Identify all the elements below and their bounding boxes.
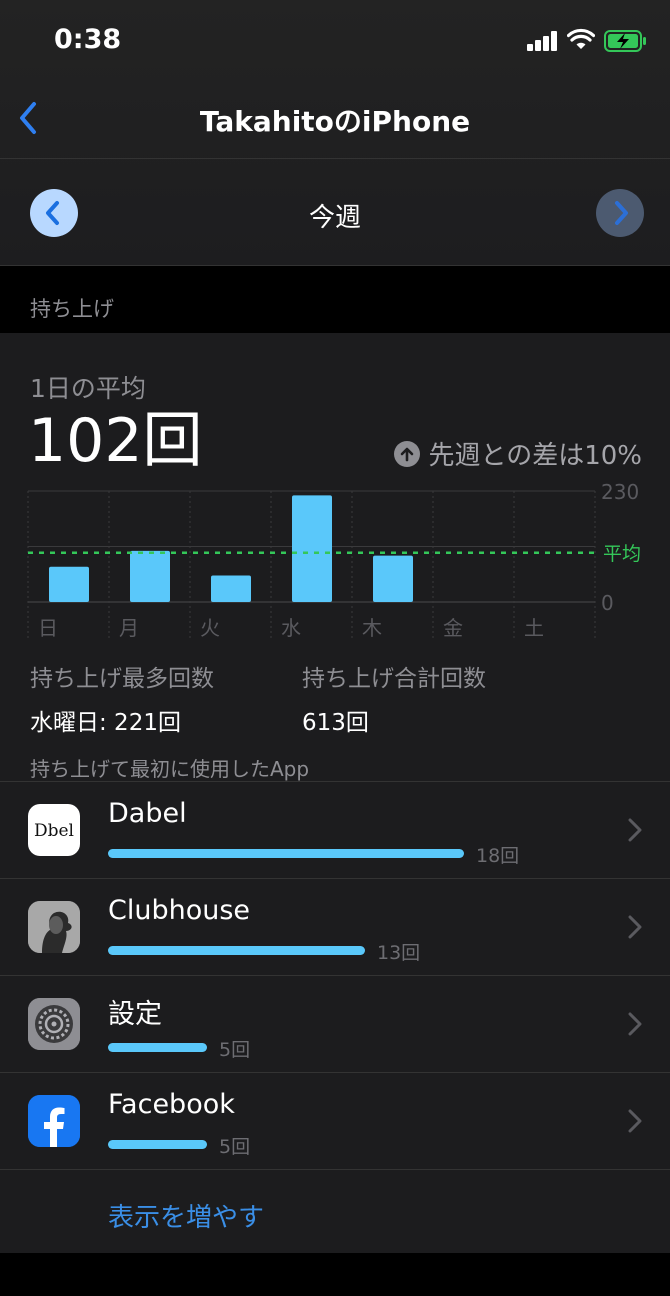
chevron-right-icon xyxy=(628,818,642,842)
y-tick-label: 0 xyxy=(601,591,614,615)
settings-gear-icon xyxy=(28,998,80,1050)
battery-charging-icon xyxy=(604,30,646,52)
status-bar: 0:38 xyxy=(0,0,670,80)
bar-月 xyxy=(130,550,170,602)
total-pickups-label: 持ち上げ合計回数 xyxy=(302,666,486,692)
usage-bar xyxy=(108,946,365,955)
first-used-apps-header: 持ち上げて最初に使用したApp xyxy=(30,757,310,781)
y-tick-label: 230 xyxy=(601,483,639,504)
usage-bar xyxy=(108,849,464,858)
week-difference-text: 先週との差は10% xyxy=(428,441,642,471)
show-more-link[interactable]: 表示を増やす xyxy=(108,1197,264,1234)
app-name: Facebook xyxy=(108,1089,235,1120)
x-tick-label: 日 xyxy=(38,616,58,640)
app-row-facebook[interactable]: Facebook 5回 xyxy=(0,1072,670,1170)
list-divider xyxy=(0,1169,670,1170)
total-pickups-value: 613回 xyxy=(302,710,369,736)
max-pickups-value: 水曜日: 221回 xyxy=(30,710,181,736)
page-title: TakahitoのiPhone xyxy=(199,105,471,138)
usage-count: 13回 xyxy=(377,942,421,964)
week-label: 今週 xyxy=(308,203,361,233)
week-difference: 先週との差は10% xyxy=(394,435,642,472)
max-pickups-stat: 持ち上げ最多回数 水曜日: 221回 xyxy=(30,659,214,737)
facebook-icon xyxy=(28,1095,80,1147)
total-pickups-stat: 持ち上げ合計回数 613回 xyxy=(302,659,486,737)
svg-text:Dbel: Dbel xyxy=(34,821,74,841)
clubhouse-icon xyxy=(28,901,80,953)
usage-bar xyxy=(108,1140,207,1149)
bar-木 xyxy=(373,555,413,602)
app-name: 設定 xyxy=(108,999,162,1030)
arrow-up-circle-icon xyxy=(394,440,421,467)
week-selector: 今週 xyxy=(0,159,670,266)
dabel-icon: Dbel xyxy=(28,804,80,856)
bar-火 xyxy=(211,575,251,602)
next-week-button[interactable] xyxy=(596,189,644,237)
app-name: Dabel xyxy=(108,798,187,829)
app-row-settings[interactable]: 設定 5回 xyxy=(0,975,670,1073)
wifi-icon xyxy=(567,28,595,49)
bar-日 xyxy=(49,566,89,602)
app-name: Clubhouse xyxy=(108,895,251,926)
section-header: 持ち上げ xyxy=(30,297,114,321)
chevron-right-icon xyxy=(615,201,628,225)
x-tick-label: 金 xyxy=(443,616,463,640)
pickups-bar-chart: 日 月 火 水 木 金 土 平均 230 0 xyxy=(27,483,641,641)
bar-水 xyxy=(292,495,332,602)
usage-count: 18回 xyxy=(476,845,520,867)
cellular-signal-icon xyxy=(527,31,559,51)
app-row-clubhouse[interactable]: Clubhouse 13回 xyxy=(0,878,670,976)
usage-count: 5回 xyxy=(219,1136,251,1158)
navigation-bar: TakahitoのiPhone xyxy=(0,80,670,159)
daily-average-value: 102回 xyxy=(28,406,203,476)
chevron-right-icon xyxy=(628,1109,642,1133)
chevron-right-icon xyxy=(628,915,642,939)
x-tick-label: 土 xyxy=(524,616,544,640)
status-time: 0:38 xyxy=(54,24,122,55)
x-tick-label: 木 xyxy=(362,616,382,640)
usage-count: 5回 xyxy=(219,1039,251,1061)
x-tick-label: 水 xyxy=(281,616,301,640)
chevron-right-icon xyxy=(628,1012,642,1036)
daily-average-label: 1日の平均 xyxy=(30,374,146,403)
average-label: 平均 xyxy=(603,543,641,565)
x-tick-label: 火 xyxy=(200,616,220,640)
pickups-card: 1日の平均 102回 先週との差は10% 日 月 火 水 木 金 土 平均 230 0 持ち上げ最… xyxy=(0,333,670,1253)
app-row-dabel[interactable]: Dbel Dabel 18回 xyxy=(0,781,670,879)
max-pickups-label: 持ち上げ最多回数 xyxy=(30,666,214,692)
usage-bar xyxy=(108,1043,207,1052)
x-tick-label: 月 xyxy=(119,616,139,640)
